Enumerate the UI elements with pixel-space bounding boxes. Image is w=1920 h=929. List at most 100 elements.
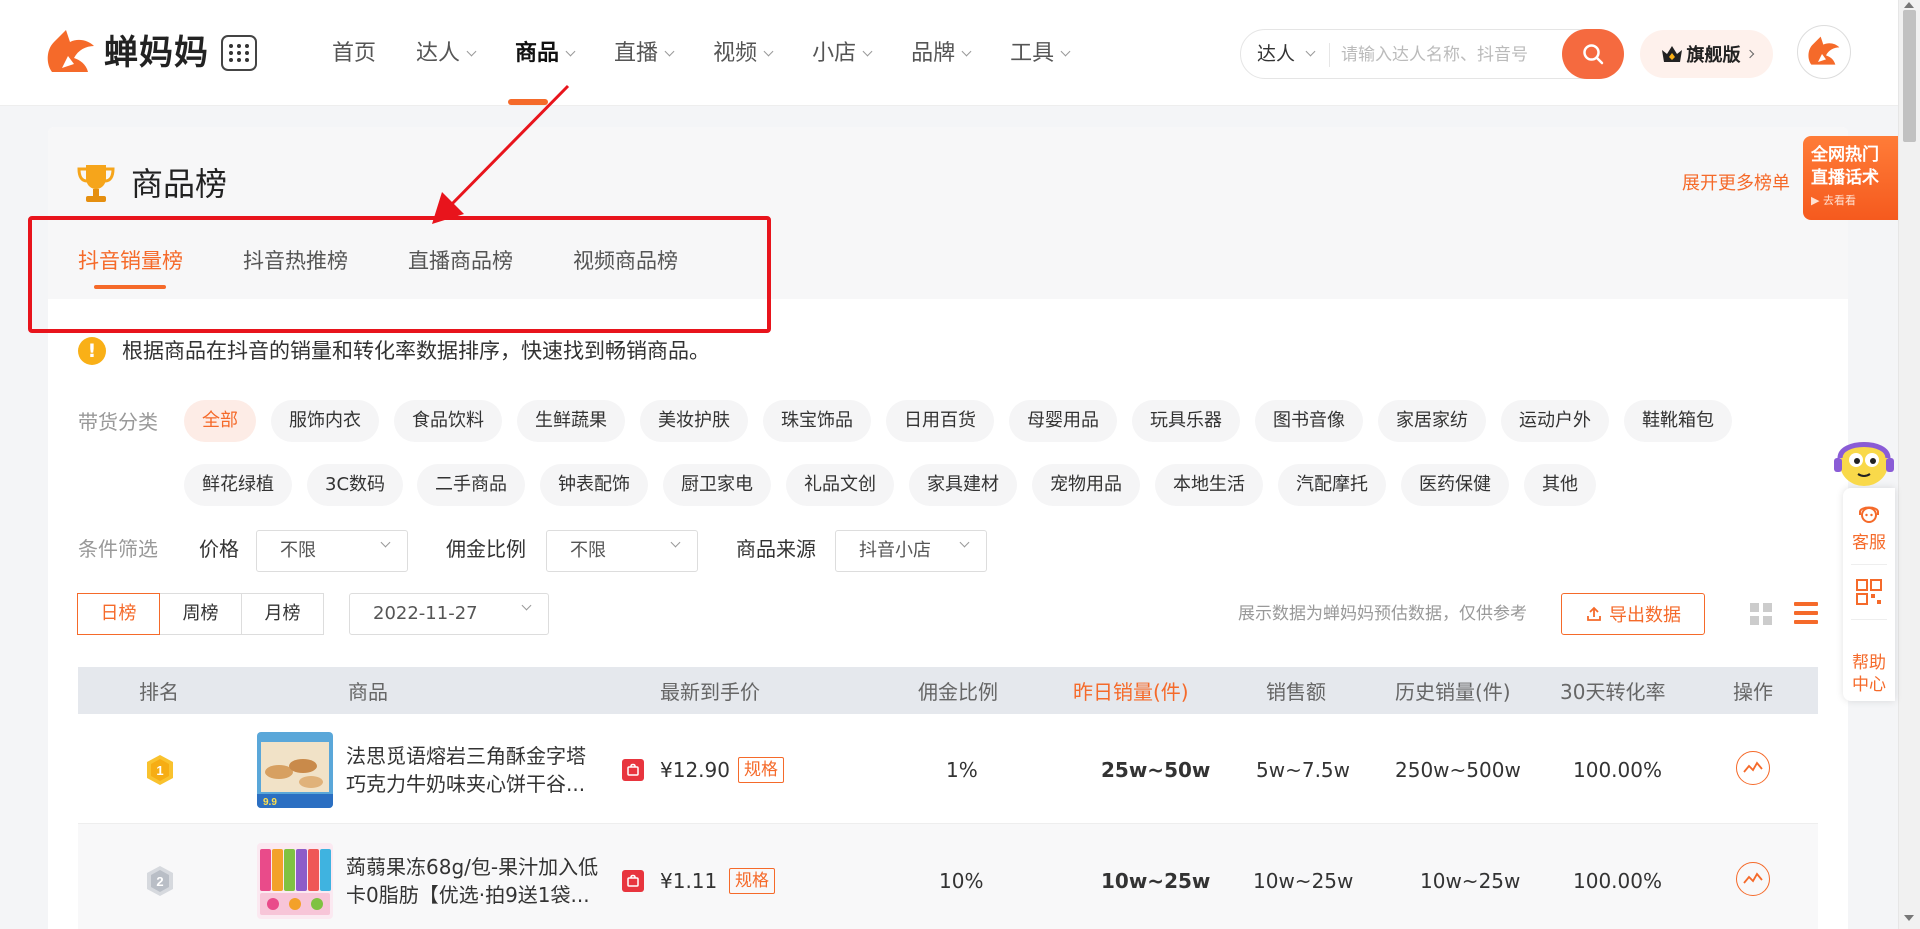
period-toggle: 日榜 周榜 月榜 bbox=[77, 593, 324, 635]
grid-view-icon[interactable] bbox=[1750, 603, 1772, 625]
category-chip[interactable]: 玩具乐器 bbox=[1132, 400, 1240, 442]
promo-line-2: 直播话术 bbox=[1811, 168, 1879, 188]
col-commission: 佣金比例 bbox=[918, 680, 998, 704]
nav-home[interactable]: 首页 bbox=[332, 36, 376, 72]
nav-shop[interactable]: 小店 bbox=[812, 36, 873, 72]
nav-tools[interactable]: 工具 bbox=[1010, 36, 1071, 72]
category-chip[interactable]: 医药保健 bbox=[1401, 464, 1509, 506]
price-filter-label: 价格 bbox=[199, 537, 239, 561]
category-chip[interactable]: 汽配摩托 bbox=[1278, 464, 1386, 506]
col-history-sales[interactable]: 历史销量(件) bbox=[1395, 679, 1511, 705]
date-select[interactable]: 2022-11-27 bbox=[349, 593, 549, 635]
category-chip[interactable]: 全部 bbox=[184, 400, 256, 442]
export-data-button[interactable]: 导出数据 bbox=[1561, 593, 1705, 635]
category-chip[interactable]: 3C数码 bbox=[307, 464, 404, 506]
avatar[interactable] bbox=[1797, 25, 1851, 79]
category-chip[interactable]: 厨卫家电 bbox=[663, 464, 771, 506]
qrcode-icon[interactable] bbox=[1855, 578, 1883, 606]
scroll-up-icon[interactable] bbox=[1904, 2, 1914, 8]
brand-name[interactable]: 蝉妈妈 bbox=[104, 28, 209, 78]
category-chip[interactable]: 美妆护肤 bbox=[640, 400, 748, 442]
search-bar: 达人 bbox=[1240, 29, 1624, 79]
nav-brand[interactable]: 品牌 bbox=[911, 36, 972, 72]
category-chip[interactable]: 生鲜蔬果 bbox=[517, 400, 625, 442]
col-product: 商品 bbox=[348, 680, 388, 704]
nav-influencer[interactable]: 达人 bbox=[416, 36, 477, 72]
trend-line-icon bbox=[1743, 872, 1763, 884]
promo-line-1: 全网热门 bbox=[1811, 145, 1879, 165]
chevron-down-icon bbox=[521, 600, 532, 611]
category-chip[interactable]: 二手商品 bbox=[417, 464, 525, 506]
scrollbar-thumb[interactable] bbox=[1903, 10, 1916, 142]
col-conversion[interactable]: 30天转化率 bbox=[1560, 679, 1665, 705]
source-filter-label: 商品来源 bbox=[736, 537, 816, 561]
mascot-icon[interactable] bbox=[1828, 428, 1898, 492]
category-chip[interactable]: 日用百货 bbox=[886, 400, 994, 442]
commission-select[interactable]: 不限 bbox=[546, 530, 698, 572]
nav-live[interactable]: 直播 bbox=[614, 36, 675, 72]
search-button[interactable] bbox=[1562, 29, 1624, 79]
trend-chart-button[interactable] bbox=[1736, 862, 1770, 896]
douyin-shop-icon bbox=[622, 870, 644, 892]
promo-go-see: ▶ 去看看 bbox=[1811, 194, 1856, 207]
condition-filter-label: 条件筛选 bbox=[78, 537, 158, 561]
source-select[interactable]: 抖音小店 bbox=[835, 530, 987, 572]
svg-text:9.9: 9.9 bbox=[263, 797, 277, 808]
category-chip[interactable]: 鲜花绿植 bbox=[184, 464, 292, 506]
apps-grid-icon[interactable] bbox=[221, 35, 257, 71]
product-name[interactable]: 法思觅语熔岩三角酥金字塔 巧克力牛奶味夹心饼干谷... bbox=[346, 742, 608, 798]
category-chip[interactable]: 珠宝饰品 bbox=[763, 400, 871, 442]
period-weekly[interactable]: 周榜 bbox=[159, 593, 242, 635]
product-thumbnail[interactable]: 9.9 bbox=[257, 732, 333, 808]
product-price: ¥12.90 bbox=[660, 758, 730, 782]
category-chip[interactable]: 图书音像 bbox=[1255, 400, 1363, 442]
commission-filter-label: 佣金比例 bbox=[446, 537, 526, 561]
customer-service-button[interactable]: 客服 bbox=[1843, 532, 1895, 554]
category-chip[interactable]: 运动户外 bbox=[1501, 400, 1609, 442]
price-select[interactable]: 不限 bbox=[256, 530, 408, 572]
category-chip[interactable]: 食品饮料 bbox=[394, 400, 502, 442]
category-chip[interactable]: 家居家纺 bbox=[1378, 400, 1486, 442]
category-chip[interactable]: 家具建材 bbox=[909, 464, 1017, 506]
col-price: 最新到手价 bbox=[660, 680, 760, 704]
spec-tag[interactable]: 规格 bbox=[738, 757, 784, 783]
conversion-rate: 100.00% bbox=[1573, 869, 1662, 893]
brand-logo-icon[interactable] bbox=[44, 28, 98, 78]
category-chip[interactable]: 礼品文创 bbox=[786, 464, 894, 506]
svg-text:1: 1 bbox=[156, 763, 163, 778]
category-chip[interactable]: 鞋靴箱包 bbox=[1624, 400, 1732, 442]
help-center-button[interactable]: 帮助 中心 bbox=[1843, 652, 1895, 696]
flagship-button[interactable]: 旗舰版 bbox=[1640, 30, 1773, 78]
nav-products[interactable]: 商品 bbox=[515, 36, 576, 72]
category-chip[interactable]: 其他 bbox=[1524, 464, 1596, 506]
yesterday-sales: 10w~25w bbox=[1101, 869, 1211, 893]
search-type-select[interactable]: 达人 bbox=[1257, 30, 1316, 78]
product-name[interactable]: 蒟蒻果冻68g/包-果汁加入低 卡0脂肪【优选·拍9送1袋... bbox=[346, 853, 608, 909]
annotation-highlight-box bbox=[28, 216, 771, 333]
col-revenue[interactable]: 销售额 bbox=[1266, 679, 1326, 705]
period-daily[interactable]: 日榜 bbox=[77, 593, 160, 635]
category-chip[interactable]: 钟表配饰 bbox=[540, 464, 648, 506]
period-monthly[interactable]: 月榜 bbox=[241, 593, 324, 635]
expand-more-lists-link[interactable]: 展开更多榜单 bbox=[1682, 172, 1790, 196]
trend-chart-button[interactable] bbox=[1736, 751, 1770, 785]
avatar-logo-icon bbox=[1808, 36, 1840, 65]
nav-video[interactable]: 视频 bbox=[713, 36, 774, 72]
trend-line-icon bbox=[1743, 761, 1763, 773]
live-script-promo-banner[interactable]: 全网热门 直播话术 ▶ 去看看 bbox=[1803, 136, 1898, 220]
category-chip[interactable]: 服饰内衣 bbox=[271, 400, 379, 442]
col-yesterday-sales[interactable]: 昨日销量(件) bbox=[1073, 679, 1189, 705]
category-chip[interactable]: 本地生活 bbox=[1155, 464, 1263, 506]
category-chip[interactable]: 母婴用品 bbox=[1009, 400, 1117, 442]
spec-tag[interactable]: 规格 bbox=[729, 868, 775, 894]
scroll-down-icon[interactable] bbox=[1904, 915, 1914, 921]
help-label-2: 中心 bbox=[1852, 675, 1886, 695]
commission-rate: 10% bbox=[939, 869, 984, 893]
upload-icon bbox=[1587, 606, 1601, 621]
product-thumbnail[interactable] bbox=[257, 843, 333, 919]
category-chip[interactable]: 宠物用品 bbox=[1032, 464, 1140, 506]
list-view-icon[interactable] bbox=[1794, 602, 1818, 624]
search-input[interactable] bbox=[1341, 41, 1541, 69]
floating-help-panel: 客服 帮助 中心 bbox=[1843, 488, 1895, 701]
chevron-down-icon bbox=[1060, 46, 1071, 57]
